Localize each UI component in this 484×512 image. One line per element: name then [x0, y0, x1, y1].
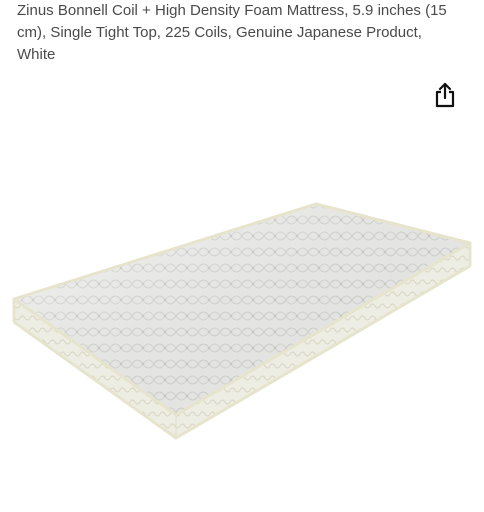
mattress-image — [12, 202, 472, 440]
share-button[interactable] — [430, 80, 460, 110]
share-icon — [435, 82, 455, 108]
product-title: Zinus Bonnell Coil + High Density Foam M… — [17, 2, 447, 63]
